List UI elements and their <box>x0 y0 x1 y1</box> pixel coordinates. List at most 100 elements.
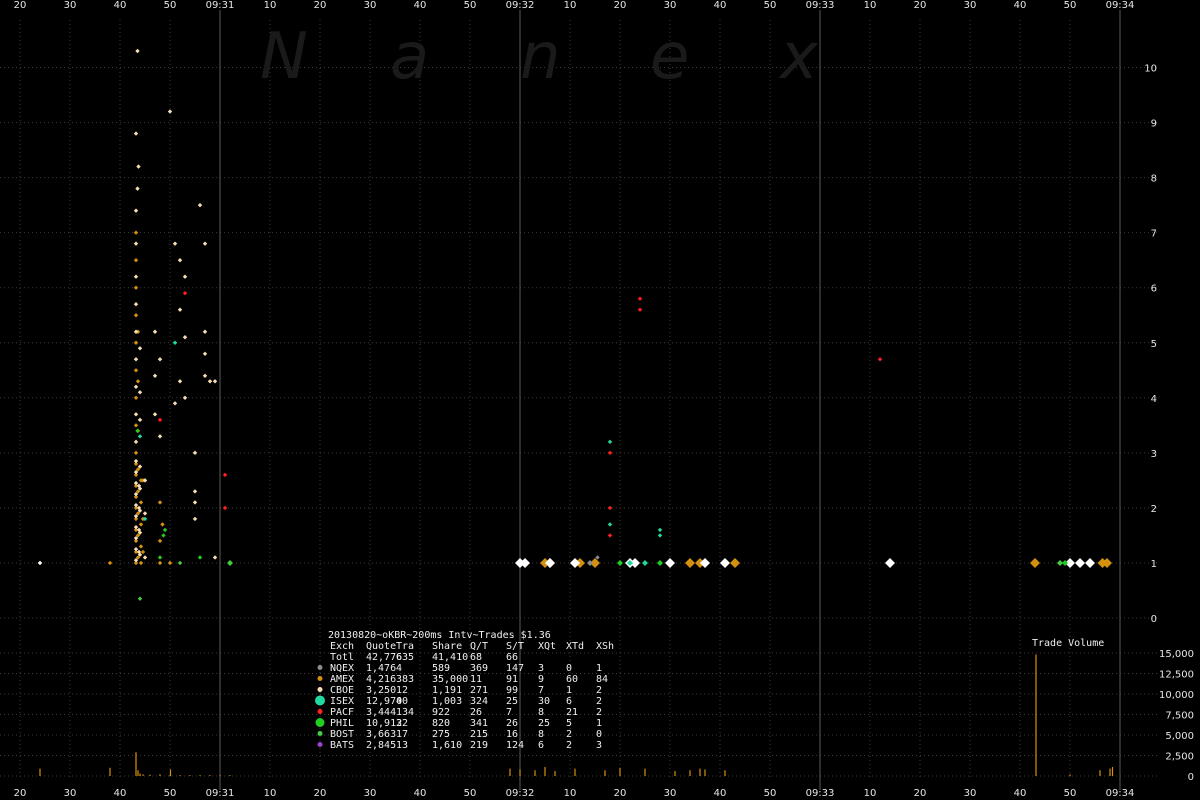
trade-point-cboe <box>135 186 140 191</box>
volume-tick-label: 10,000 <box>1159 690 1194 701</box>
trade-point-isex <box>607 439 613 445</box>
trade-point-amex <box>685 557 695 568</box>
trade-point-amex <box>138 544 144 549</box>
trade-point-amex <box>157 500 163 505</box>
volume-tick-label: 15,000 <box>1159 649 1194 660</box>
trade-point-amex <box>157 538 163 544</box>
time-tick-label-bottom: 09:34 <box>1106 788 1135 799</box>
trade-point-cboe <box>177 307 183 312</box>
trade-point-pacf <box>637 307 643 312</box>
legend-cell: 2 <box>596 696 602 707</box>
trade-point-cboe <box>177 379 183 384</box>
trade-point-cboe <box>157 434 163 439</box>
legend-cell: 2 <box>566 729 572 740</box>
time-tick-label-top: 40 <box>714 0 727 11</box>
watermark-letter: x <box>778 20 819 94</box>
legend-cell: 25 <box>538 718 550 729</box>
legend-cell: 30 <box>538 696 550 707</box>
volume-tick-label: 7,500 <box>1165 711 1194 722</box>
legend-cell: 3,444 <box>366 707 396 718</box>
time-tick-label-top: 20 <box>14 0 27 11</box>
volume-tick-label: 5,000 <box>1165 731 1194 742</box>
time-tick-label-bottom: 20 <box>614 788 627 799</box>
trade-point-cboe <box>133 241 139 246</box>
volume-bar <box>142 774 144 776</box>
trade-point-phil <box>135 428 140 434</box>
price-tick-label: 10 <box>1144 64 1157 75</box>
volume-bar <box>604 770 606 776</box>
legend-header-cell: XSh <box>596 641 614 652</box>
trade-point-pacf <box>607 450 613 456</box>
volume-tick-label: 12,500 <box>1159 670 1194 681</box>
legend-cell: CBOE <box>330 685 354 696</box>
time-tick-label-bottom: 20 <box>14 788 27 799</box>
legend-cell: 99 <box>506 685 518 696</box>
trade-point-amex <box>133 340 139 345</box>
time-tick-label-top: 40 <box>414 0 427 11</box>
legend-total-cell: 41,410 <box>432 652 468 663</box>
legend-total-cell: 68 <box>470 652 482 663</box>
legend-cell: 369 <box>470 663 488 674</box>
legend-cell: 4 <box>396 663 402 674</box>
trade-point-cboe <box>197 202 203 208</box>
trade-point-cboe <box>192 489 198 494</box>
time-tick-label-bottom: 30 <box>964 788 977 799</box>
watermark-letter: n <box>520 20 561 94</box>
time-tick-label-top: 20 <box>614 0 627 11</box>
legend-cell: NQEX <box>330 663 354 674</box>
trade-point-cboe <box>182 274 188 279</box>
volume-bar <box>169 769 172 776</box>
legend-cell: 922 <box>432 707 450 718</box>
volume-tick-label: 0 <box>1188 772 1194 783</box>
exchange-legend: 20130820~oKBR~200ms Intv~Trades $1.36Exc… <box>315 630 614 751</box>
time-tick-label-bottom: 30 <box>64 788 77 799</box>
trade-point-isex <box>657 527 663 533</box>
trade-points <box>37 48 1112 601</box>
volume-bar <box>689 770 691 776</box>
trade-point-white <box>665 557 675 568</box>
legend-cell: 16 <box>506 729 518 740</box>
trades-chart: Nanex 012345678910 20 30 40 50 09:31 10 20 30 40… <box>0 0 1194 799</box>
trade-point-cboe <box>182 395 188 401</box>
legend-cell: 1,476 <box>366 663 396 674</box>
legend-cell: 275 <box>432 729 450 740</box>
trade-point-cboe <box>133 412 139 417</box>
legend-cell: 820 <box>432 718 450 729</box>
legend-cell: 124 <box>506 740 524 751</box>
legend-cell: 8 <box>538 707 544 718</box>
trade-point-isex <box>137 434 143 439</box>
trade-point-cboe <box>133 208 139 213</box>
legend-header-cell: S/T <box>506 641 524 652</box>
time-tick-label-bottom: 50 <box>164 788 177 799</box>
legend-swatch-isex <box>315 695 325 706</box>
legend-header-cell: XQt <box>538 641 556 652</box>
trade-point-amex <box>157 560 163 566</box>
time-tick-label-top: 50 <box>764 0 777 11</box>
trade-point-pacf <box>607 533 613 538</box>
trade-point-cboe <box>212 379 218 384</box>
volume-tick-label: 2,500 <box>1165 752 1194 763</box>
volume-bar <box>674 771 676 776</box>
legend-cell: 1,191 <box>432 685 462 696</box>
legend-cell: 40 <box>396 696 408 707</box>
volume-bar <box>137 770 139 776</box>
volume-bar <box>1099 770 1101 776</box>
trade-point-pacf <box>157 417 163 423</box>
legend-cell: 91 <box>506 674 518 685</box>
price-tick-label: 8 <box>1151 174 1157 185</box>
trade-point-cboe <box>202 241 208 246</box>
trade-point-cboe <box>133 384 139 389</box>
trade-point-phil <box>617 559 623 566</box>
legend-header-cell: Exch <box>330 641 354 652</box>
trade-point-amex <box>133 257 139 263</box>
time-tick-label-top: 30 <box>964 0 977 11</box>
trade-point-cboe <box>137 346 143 351</box>
time-tick-label-top: 50 <box>164 0 177 11</box>
time-tick-label-top: 09:34 <box>1106 0 1135 11</box>
trade-point-cboe <box>192 516 198 522</box>
volume-bar <box>644 768 646 776</box>
trade-point-cboe <box>137 417 143 423</box>
trade-point-bost <box>227 559 233 566</box>
trade-point-cboe <box>212 555 218 560</box>
legend-cell: 13 <box>396 740 408 751</box>
